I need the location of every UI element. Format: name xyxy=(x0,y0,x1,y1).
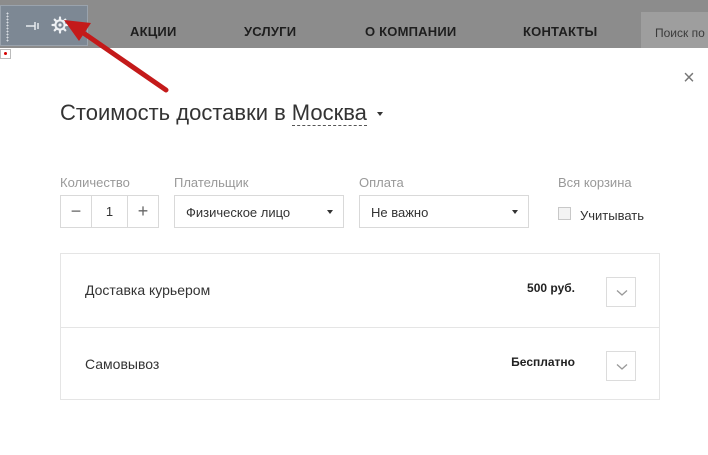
delivery-option-row[interactable]: Самовывоз Бесплатно xyxy=(61,327,659,400)
chevron-down-icon xyxy=(327,210,333,214)
pin-icon[interactable] xyxy=(25,19,41,33)
expand-button[interactable] xyxy=(606,351,636,381)
decrement-button[interactable]: − xyxy=(61,196,92,227)
cart-checkbox-label[interactable]: Учитывать xyxy=(580,208,644,223)
delivery-option-name: Доставка курьером xyxy=(85,282,211,298)
increment-button[interactable]: + xyxy=(127,196,158,227)
quantity-label: Количество xyxy=(60,175,130,190)
chevron-down-icon[interactable] xyxy=(376,112,383,117)
gear-icon[interactable] xyxy=(51,16,69,34)
nav-item-promotions[interactable]: АКЦИИ xyxy=(130,24,177,39)
payment-selected-value: Не важно xyxy=(371,205,429,220)
delivery-option-row[interactable]: Доставка курьером 500 руб. xyxy=(61,254,659,327)
chevron-down-icon xyxy=(616,290,628,296)
nav-item-contacts[interactable]: КОНТАКТЫ xyxy=(523,24,597,39)
top-navigation: АКЦИИ УСЛУГИ О КОМПАНИИ КОНТАКТЫ Поиск п… xyxy=(0,0,708,48)
title-text: Стоимость доставки в xyxy=(60,100,286,125)
edit-marker-icon[interactable] xyxy=(0,49,11,59)
city-selector[interactable]: Москва xyxy=(291,100,367,126)
payer-label: Плательщик xyxy=(174,175,249,190)
delivery-option-price: 500 руб. xyxy=(527,281,575,295)
chevron-down-icon[interactable] xyxy=(74,25,80,29)
chevron-down-icon xyxy=(512,210,518,214)
close-button[interactable]: × xyxy=(681,68,697,88)
payer-select[interactable]: Физическое лицо xyxy=(174,195,344,228)
quantity-input[interactable]: 1 xyxy=(92,196,127,227)
chevron-down-icon xyxy=(616,364,628,370)
drag-handle[interactable] xyxy=(6,12,9,42)
search-placeholder: Поиск по xyxy=(655,26,705,40)
cart-label: Вся корзина xyxy=(558,175,632,190)
search-input[interactable]: Поиск по xyxy=(641,12,708,48)
delivery-option-price: Бесплатно xyxy=(511,355,575,369)
modal-title: Стоимость доставки в Москва xyxy=(60,100,383,126)
cart-checkbox[interactable] xyxy=(558,207,571,220)
nav-item-about[interactable]: О КОМПАНИИ xyxy=(365,24,456,39)
quantity-stepper: − 1 + xyxy=(60,195,159,228)
delivery-options-list: Доставка курьером 500 руб. Самовывоз Бес… xyxy=(60,253,660,400)
delivery-option-name: Самовывоз xyxy=(85,356,160,372)
payment-label: Оплата xyxy=(359,175,404,190)
payment-select[interactable]: Не важно xyxy=(359,195,529,228)
expand-button[interactable] xyxy=(606,277,636,307)
nav-item-services[interactable]: УСЛУГИ xyxy=(244,24,296,39)
payer-selected-value: Физическое лицо xyxy=(186,205,291,220)
admin-edit-panel xyxy=(0,5,88,46)
